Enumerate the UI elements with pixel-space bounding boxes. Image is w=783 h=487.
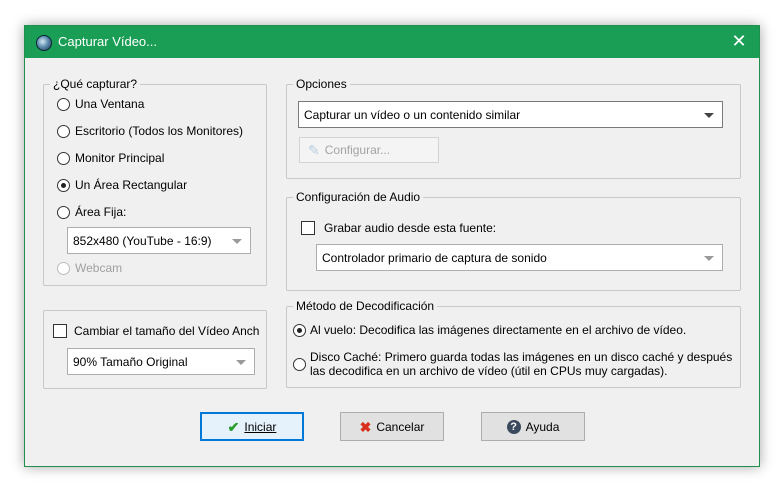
chevron-down-icon <box>236 359 246 365</box>
audio-checkbox-row[interactable]: Grabar audio desde esta fuente: <box>301 220 496 236</box>
radio-circle-disabled <box>57 261 70 275</box>
radio-label: Monitor Principal <box>75 151 165 165</box>
radio-label: Una Ventana <box>75 97 145 111</box>
capture-mode-value: Capturar un vídeo o un contenido similar <box>304 107 521 122</box>
help-button[interactable]: ? Ayuda <box>481 412 585 441</box>
radio-label-line2: las decodifica en un archivo de vídeo (ú… <box>310 364 668 378</box>
capture-source-legend: ¿Qué capturar? <box>53 77 138 91</box>
app-icon <box>36 35 52 51</box>
radio-label: Escritorio (Todos los Monitores) <box>75 124 244 138</box>
capture-mode-select[interactable]: Capturar un vídeo o un contenido similar <box>298 101 723 128</box>
audio-source-select[interactable]: Controlador primario de captura de sonid… <box>316 244 723 271</box>
fixed-area-select[interactable]: 852x480 (YouTube - 16:9) <box>67 227 251 254</box>
window-title: Capturar Vídeo... <box>58 34 157 49</box>
chevron-down-icon <box>704 112 714 118</box>
fixed-area-value: 852x480 (YouTube - 16:9) <box>73 233 212 248</box>
audio-source-value: Controlador primario de captura de sonid… <box>322 250 547 265</box>
options-group: Opciones <box>286 77 741 179</box>
audio-checkbox[interactable] <box>301 221 315 235</box>
radio-circle[interactable] <box>293 357 306 371</box>
x-icon: ✖ <box>359 418 372 435</box>
help-icon: ? <box>506 419 521 434</box>
configure-label: Configurar... <box>324 143 391 157</box>
radio-window[interactable]: Una Ventana <box>57 96 144 112</box>
resize-checkbox[interactable] <box>53 324 67 338</box>
resize-value: 90% Tamaño Original <box>73 354 188 369</box>
audio-legend: Configuración de Audio <box>296 190 421 204</box>
options-legend: Opciones <box>296 77 347 91</box>
start-label: Iniciar <box>244 419 277 434</box>
radio-label-multiline: Disco Caché: Primero guarda todas las im… <box>310 350 732 378</box>
radio-fixed-area[interactable]: Área Fija: <box>57 204 126 220</box>
check-icon: ✔ <box>227 418 240 435</box>
audio-checkbox-label: Grabar audio desde esta fuente: <box>324 221 497 235</box>
title-bar: Capturar Vídeo... ✕ <box>25 26 759 58</box>
start-button[interactable]: ✔ Iniciar <box>200 412 304 441</box>
configure-button[interactable]: ✎ Configurar... <box>299 137 439 163</box>
cancel-label: Cancelar <box>376 419 425 434</box>
resize-checkbox-label: Cambiar el tamaño del Vídeo Anch <box>74 324 260 338</box>
radio-label: Al vuelo: Decodifica las imágenes direct… <box>310 323 687 337</box>
radio-circle[interactable] <box>57 151 70 165</box>
radio-label-line1: Disco Caché: Primero guarda todas las im… <box>310 350 733 364</box>
help-label: Ayuda <box>525 419 560 434</box>
chevron-down-icon <box>232 238 242 244</box>
radio-label: Área Fija: <box>75 205 127 219</box>
resize-select[interactable]: 90% Tamaño Original <box>67 348 255 375</box>
close-button[interactable]: ✕ <box>719 26 759 58</box>
radio-circle-selected[interactable] <box>293 323 306 337</box>
radio-rectangular-area[interactable]: Un Área Rectangular <box>57 177 187 193</box>
resize-checkbox-row[interactable]: Cambiar el tamaño del Vídeo Anch <box>53 323 259 339</box>
radio-desktop[interactable]: Escritorio (Todos los Monitores) <box>57 123 243 139</box>
radio-decode-disk-cache[interactable]: Disco Caché: Primero guarda todas las im… <box>293 348 732 380</box>
cancel-button[interactable]: ✖ Cancelar <box>340 412 444 441</box>
radio-circle-selected[interactable] <box>57 178 70 192</box>
radio-webcam[interactable]: Webcam <box>57 260 122 276</box>
radio-circle[interactable] <box>57 124 70 138</box>
radio-label: Un Área Rectangular <box>75 178 188 192</box>
radio-label: Webcam <box>75 261 123 275</box>
decode-legend: Método de Decodificación <box>296 299 435 313</box>
radio-circle[interactable] <box>57 205 70 219</box>
pencil-icon: ✎ <box>308 142 320 158</box>
radio-main-monitor[interactable]: Monitor Principal <box>57 150 164 166</box>
radio-circle[interactable] <box>57 97 70 111</box>
chevron-down-icon <box>704 255 714 261</box>
radio-decode-on-the-fly[interactable]: Al vuelo: Decodifica las imágenes direct… <box>293 322 686 338</box>
capture-dialog: Capturar Vídeo... ✕ ¿Qué capturar? Una V… <box>24 25 760 467</box>
audio-group: Configuración de Audio <box>286 190 741 291</box>
